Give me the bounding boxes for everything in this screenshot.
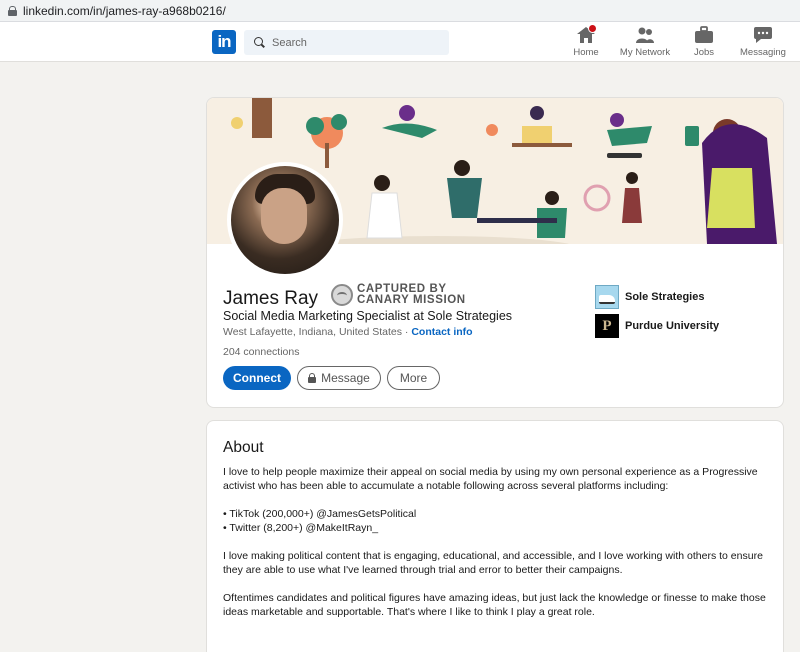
list-item: • Twitter (8,200+) @MakeItRayn_	[223, 522, 379, 534]
nav-label-home: Home	[573, 47, 599, 58]
profile-location: West Lafayette, Indiana, United States ·…	[223, 326, 473, 338]
about-paragraph: I love making political content that is …	[223, 550, 763, 576]
browser-address-bar[interactable]: linkedin.com/in/james-ray-a968b0216/	[0, 0, 800, 22]
url-text[interactable]: linkedin.com/in/james-ray-a968b0216/	[23, 4, 226, 18]
nav-label-messaging: Messaging	[740, 47, 786, 58]
connections-count[interactable]: 204 connections	[223, 346, 299, 358]
list-item: • TikTok (200,000+) @JamesGetsPolitical	[223, 508, 417, 520]
more-button[interactable]: More	[387, 366, 440, 390]
linkedin-logo-icon[interactable]: in	[212, 30, 236, 54]
search-box[interactable]	[244, 30, 449, 55]
nav-item-messaging[interactable]: Messaging	[728, 26, 798, 58]
profile-name: James Ray	[223, 288, 319, 309]
profile-card: James Ray CAPTURED BY CANARY MISSION Soc…	[206, 97, 784, 408]
contact-info-link[interactable]: Contact info	[411, 326, 472, 338]
about-paragraph: Oftentimes candidates and political figu…	[223, 592, 766, 618]
profile-avatar[interactable]	[227, 162, 343, 278]
captured-by-canary-mission-watermark: CAPTURED BY CANARY MISSION	[331, 283, 466, 306]
connect-button[interactable]: Connect	[223, 366, 291, 390]
company-purdue-university[interactable]: P Purdue University	[595, 314, 719, 338]
about-list: • TikTok (200,000+) @JamesGetsPolitical …	[223, 507, 771, 535]
top-navigation-bar: in Home My Network Jobs Messaging	[0, 22, 800, 62]
home-icon	[576, 24, 597, 44]
company-sole-strategies[interactable]: Sole Strategies	[595, 285, 704, 309]
nav-label-my-network: My Network	[619, 47, 671, 58]
about-paragraph: I love to help people maximize their app…	[223, 466, 758, 492]
briefcase-icon	[694, 26, 714, 44]
lock-icon	[8, 5, 17, 16]
lock-icon	[308, 373, 317, 383]
notification-badge	[588, 24, 597, 33]
messaging-icon	[753, 26, 773, 44]
profile-headline: Social Media Marketing Specialist at Sol…	[223, 309, 513, 323]
purdue-logo-icon: P	[595, 314, 619, 338]
search-icon	[254, 37, 265, 48]
search-input[interactable]	[272, 36, 432, 49]
about-title: About	[223, 439, 264, 456]
message-button[interactable]: Message	[297, 366, 381, 390]
about-section: About I love to help people maximize the…	[206, 420, 784, 652]
about-body: I love to help people maximize their app…	[223, 465, 771, 633]
sole-strategies-logo-icon	[595, 285, 619, 309]
nav-label-jobs: Jobs	[693, 47, 715, 58]
network-icon	[635, 26, 655, 44]
canary-mission-logo-icon	[331, 284, 353, 306]
